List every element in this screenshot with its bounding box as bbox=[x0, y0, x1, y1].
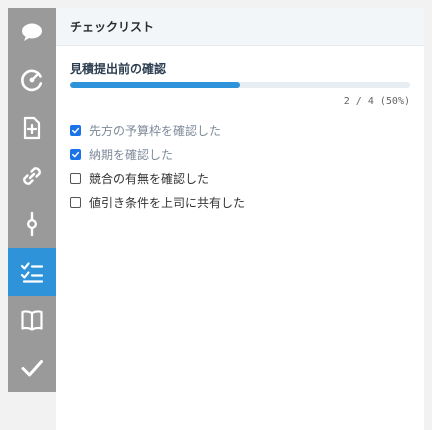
rail-item-complete[interactable] bbox=[8, 344, 56, 392]
rail-item-checklist[interactable] bbox=[8, 248, 56, 296]
checkbox[interactable] bbox=[70, 172, 81, 184]
progress-bar-fill bbox=[70, 82, 240, 88]
rail-item-docs[interactable] bbox=[8, 296, 56, 344]
panel-title: チェックリスト bbox=[70, 20, 155, 34]
checklist-item-label: 納期を確認した bbox=[89, 147, 174, 162]
panel-body: 見積提出前の確認 2 / 4 (50%) 先方の予算枠を確認した 納期を確認した… bbox=[56, 61, 424, 214]
commit-icon bbox=[19, 211, 45, 237]
checklist-title: 見積提出前の確認 bbox=[70, 62, 167, 76]
rail-item-new-file[interactable] bbox=[8, 104, 56, 152]
gauge-icon bbox=[19, 67, 45, 93]
link-icon bbox=[19, 163, 45, 189]
rail-item-commits[interactable] bbox=[8, 200, 56, 248]
checklist-item-label: 値引き条件を上司に共有した bbox=[89, 195, 246, 210]
checklist-item[interactable]: 納期を確認した bbox=[70, 142, 410, 166]
checklist-item-label: 競合の有無を確認した bbox=[89, 171, 210, 186]
checkbox[interactable] bbox=[70, 196, 81, 208]
book-icon bbox=[19, 307, 45, 333]
file-add-icon bbox=[19, 115, 45, 141]
rail-item-dashboard[interactable] bbox=[8, 56, 56, 104]
checklist-item[interactable]: 競合の有無を確認した bbox=[70, 166, 410, 190]
checklist-icon bbox=[19, 259, 45, 285]
panel-header: チェックリスト bbox=[56, 8, 424, 46]
speech-bubble-icon bbox=[19, 19, 45, 45]
checkbox[interactable] bbox=[70, 148, 81, 160]
checklist-item-label: 先方の予算枠を確認した bbox=[89, 123, 222, 138]
rail-item-comments[interactable] bbox=[8, 8, 56, 56]
checkmark-icon bbox=[19, 355, 45, 381]
checklist-item[interactable]: 先方の予算枠を確認した bbox=[70, 118, 410, 142]
progress-text: 2 / 4 (50%) bbox=[343, 96, 410, 107]
checklist-items: 先方の予算枠を確認した 納期を確認した 競合の有無を確認した 値引き条件を上司に… bbox=[70, 118, 410, 214]
progress-bar bbox=[70, 82, 410, 88]
checklist-item[interactable]: 値引き条件を上司に共有した bbox=[70, 190, 410, 214]
checklist-panel: チェックリスト 見積提出前の確認 2 / 4 (50%) 先方の予算枠を確認した… bbox=[56, 8, 424, 430]
sidebar-rail bbox=[8, 8, 56, 392]
rail-item-links[interactable] bbox=[8, 152, 56, 200]
checkbox[interactable] bbox=[70, 124, 81, 136]
